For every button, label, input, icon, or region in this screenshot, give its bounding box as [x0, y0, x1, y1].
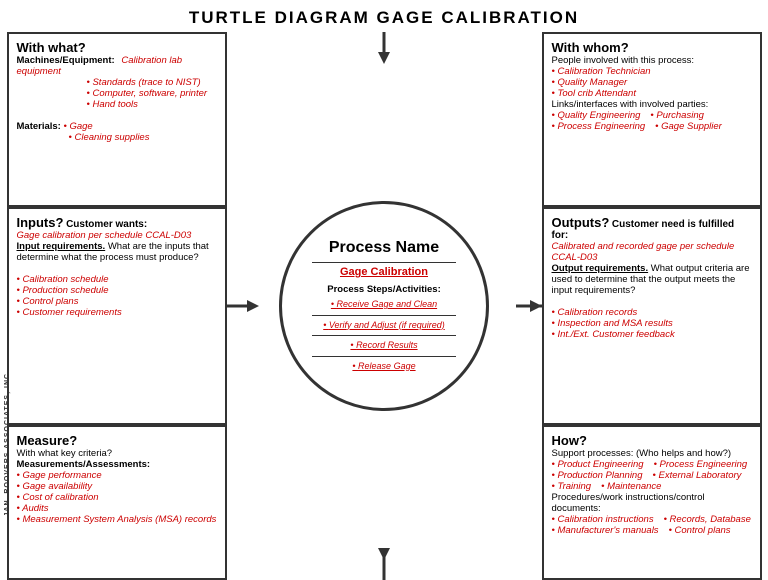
main-title: TURTLE DIAGRAM GAGE CALIBRATION [0, 0, 768, 32]
how-p-0-1: • Records, Database [664, 514, 751, 525]
links-row-1: • Process Engineering • Gage Supplier [552, 121, 752, 132]
machines-item-1: • Standards (trace to NIST) [87, 77, 201, 88]
inputs-item-1: • Production schedule [17, 285, 109, 296]
how-support-row-1: • Production Planning • External Laborat… [552, 470, 752, 481]
arrow-right-icon [510, 294, 542, 318]
process-gage-label: Gage Calibration [340, 266, 428, 278]
measure-sub-label: With what key criteria? [17, 448, 113, 459]
circle-divider-4 [312, 356, 456, 357]
circle-divider-2 [312, 315, 456, 316]
process-step-1: • Verify and Adjust (if required) [323, 319, 445, 333]
materials-item-1: • Cleaning supplies [69, 132, 150, 143]
how-who-helps-label: (Who helps and how?) [636, 448, 731, 459]
how-support-row-0: • Product Engineering • Process Engineer… [552, 459, 752, 470]
box-inputs: Inputs? Customer wants: Gage calibration… [7, 207, 227, 425]
outputs-item-2: • Int./Ext. Customer feedback [552, 329, 675, 340]
how-p-1-0: • Manufacturer's manuals [552, 525, 659, 536]
inputs-item-3: • Customer requirements [17, 307, 122, 318]
measure-item-3: • Audits [17, 503, 49, 514]
how-s-0-1: • Process Engineering [654, 459, 748, 470]
process-step-0: • Receive Gage and Clean [331, 298, 437, 312]
process-step-2: • Record Results [350, 339, 417, 353]
process-name-label: Process Name [329, 239, 439, 257]
links-label: Links/interfaces with involved parties: [552, 99, 709, 110]
box-with-whom: With whom? People involved with this pro… [542, 32, 762, 207]
inputs-item-2: • Control plans [17, 296, 79, 307]
people-item-2: • Tool crib Attendant [552, 88, 636, 99]
outputs-heading: Outputs? [552, 215, 610, 230]
how-procedures-label: Procedures/work instructions/control doc… [552, 492, 705, 514]
how-proc-row-0: • Calibration instructions • Records, Da… [552, 514, 752, 525]
page: TURTLE DIAGRAM GAGE CALIBRATION With wha… [0, 0, 768, 576]
inputs-req-label: Input requirements. [17, 241, 106, 252]
how-s-1-0: • Production Planning [552, 470, 643, 481]
how-p-1-1: • Control plans [669, 525, 731, 536]
how-heading: How? [552, 433, 587, 448]
measure-item-4: • Measurement System Analysis (MSA) reco… [17, 514, 217, 525]
measure-item-1: • Gage availability [17, 481, 93, 492]
how-s-2-1: • Maintenance [601, 481, 661, 492]
box-measure: Measure? With what key criteria? Measure… [7, 425, 227, 580]
outputs-item-0: • Calibration records [552, 307, 638, 318]
diagram-area: With what? Machines/Equipment: Calibrati… [7, 32, 762, 580]
arrow-left-icon [227, 294, 259, 318]
how-s-0-0: • Product Engineering [552, 459, 644, 470]
circle-divider-1 [312, 262, 456, 263]
links-row-0: • Quality Engineering • Purchasing [552, 110, 752, 121]
how-p-0-0: • Calibration instructions [552, 514, 654, 525]
people-label: People involved with this process: [552, 55, 695, 66]
machines-item-2: • Computer, software, printer [87, 88, 208, 99]
inputs-heading: Inputs? [17, 215, 64, 230]
center-area: Process Name Gage Calibration Process St… [227, 32, 542, 580]
arrow-bottom-icon [372, 548, 396, 580]
process-steps-label: Process Steps/Activities: [327, 284, 441, 295]
links-col-1-0: • Process Engineering [552, 121, 646, 132]
with-what-heading: With what? [17, 40, 86, 55]
process-circle: Process Name Gage Calibration Process St… [279, 201, 489, 411]
measure-item-2: • Cost of calibration [17, 492, 99, 503]
measure-heading: Measure? [17, 433, 78, 448]
materials-label: Materials: [17, 121, 61, 132]
box-with-what: With what? Machines/Equipment: Calibrati… [7, 32, 227, 207]
arrow-top-icon [372, 32, 396, 64]
measure-item-0: • Gage performance [17, 470, 102, 481]
machines-item-3: • Hand tools [87, 99, 138, 110]
people-item-1: • Quality Manager [552, 77, 628, 88]
process-step-3: • Release Gage [352, 360, 415, 374]
how-s-2-0: • Training [552, 481, 592, 492]
measure-assessments-label: Measurements/Assessments: [17, 459, 151, 470]
links-col-0-1: • Purchasing [650, 110, 704, 121]
how-support-label: Support processes: [552, 448, 634, 459]
machines-label: Machines/Equipment: [17, 55, 115, 66]
inputs-item-0: • Calibration schedule [17, 274, 109, 285]
links-col-1-1: • Gage Supplier [655, 121, 722, 132]
outputs-customer-value: Calibrated and recorded gage per schedul… [552, 241, 735, 263]
outputs-req-label: Output requirements. What output criteri… [552, 263, 750, 296]
box-how: How? Support processes: (Who helps and h… [542, 425, 762, 580]
with-whom-heading: With whom? [552, 40, 629, 55]
links-col-0-0: • Quality Engineering [552, 110, 641, 121]
circle-divider-3 [312, 335, 456, 336]
box-outputs: Outputs? Customer need is fulfilled for:… [542, 207, 762, 425]
how-support-row-2: • Training • Maintenance [552, 481, 752, 492]
people-item-0: • Calibration Technician [552, 66, 651, 77]
side-text: JAN. ROOVERS ASSOCIATES, INC. [4, 370, 11, 516]
how-proc-row-1: • Manufacturer's manuals • Control plans [552, 525, 752, 536]
materials-item-0: • Gage [64, 121, 93, 132]
how-s-1-1: • External Laboratory [653, 470, 742, 481]
outputs-item-1: • Inspection and MSA results [552, 318, 673, 329]
inputs-customer-value: Gage calibration per schedule CCAL-D03 [17, 230, 192, 241]
inputs-customer-label: Customer wants: [66, 219, 147, 230]
